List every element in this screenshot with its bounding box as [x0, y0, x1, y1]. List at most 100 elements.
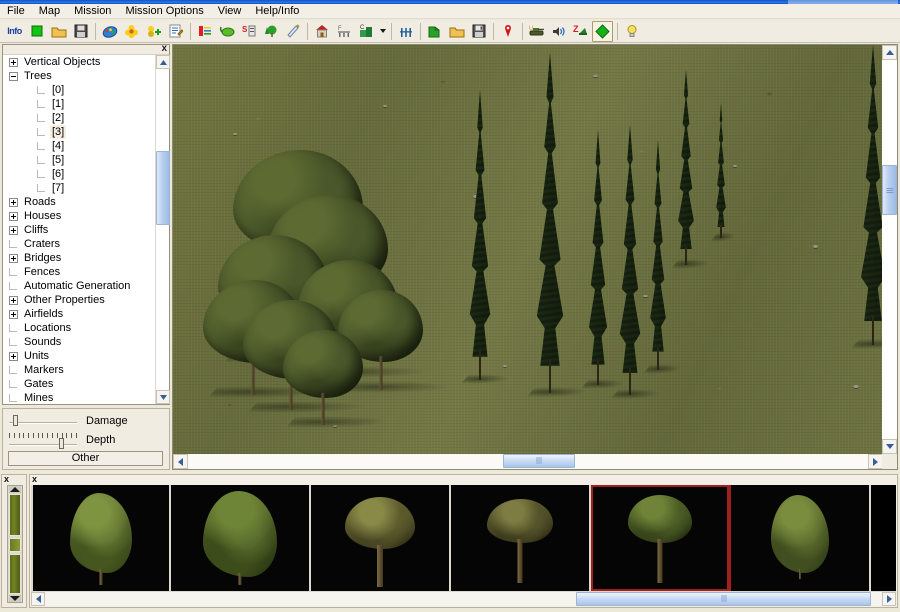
- thumbnail-scroll-thumb[interactable]: [576, 592, 871, 606]
- scroll-down-button[interactable]: [156, 390, 170, 404]
- tree-node-roads[interactable]: Roads: [3, 195, 155, 209]
- edit-properties-button[interactable]: [165, 21, 186, 42]
- tree-node-5[interactable]: [5]: [3, 153, 155, 167]
- height-preview-bar[interactable]: [7, 485, 23, 603]
- thumb-poplar[interactable]: [731, 485, 871, 591]
- tree-node-7[interactable]: [7]: [3, 181, 155, 195]
- house-button[interactable]: [311, 21, 332, 42]
- expand-icon[interactable]: [9, 57, 18, 67]
- thumb-elm[interactable]: [591, 485, 731, 591]
- height-up-arrow-icon[interactable]: [9, 486, 21, 493]
- map-scroll-down-button[interactable]: [882, 439, 897, 454]
- tree-node-bridges[interactable]: Bridges: [3, 251, 155, 265]
- thumb-maple[interactable]: [451, 485, 591, 591]
- front-line-button[interactable]: [194, 21, 215, 42]
- expand-icon[interactable]: [9, 309, 18, 319]
- dropdown-button[interactable]: [377, 21, 388, 42]
- stop-button[interactable]: [26, 21, 47, 42]
- tree-vertical-scrollbar[interactable]: [155, 55, 170, 404]
- tree-node-craters[interactable]: Craters: [3, 237, 155, 251]
- tree-node-markers[interactable]: Markers: [3, 363, 155, 377]
- tree-scroll-thumb[interactable]: [156, 151, 170, 225]
- close-icon[interactable]: x: [4, 475, 9, 484]
- tree-node-other-properties[interactable]: Other Properties: [3, 293, 155, 307]
- tree-node-0[interactable]: [0]: [3, 83, 155, 97]
- map-scroll-right-button[interactable]: [868, 454, 883, 469]
- expand-icon[interactable]: [9, 197, 18, 207]
- map-scroll-left-button[interactable]: [173, 454, 188, 469]
- thumb-oak[interactable]: [311, 485, 451, 591]
- object-tree-list[interactable]: Vertical Objects Trees [0] [1] [2] [3] [4] [5] […: [3, 55, 155, 404]
- expand-icon[interactable]: [9, 253, 18, 263]
- add-object-button[interactable]: [143, 21, 164, 42]
- bridge-button[interactable]: F: [333, 21, 354, 42]
- menu-item-view[interactable]: View: [211, 4, 249, 19]
- damage-slider-thumb[interactable]: [12, 415, 18, 426]
- thumb-spruce[interactable]: [171, 485, 311, 591]
- tree-node-trees[interactable]: Trees: [3, 69, 155, 83]
- thumb-birch[interactable]: [31, 485, 171, 591]
- map-vertical-scrollbar[interactable]: [882, 45, 897, 454]
- map-horizontal-scrollbar[interactable]: [173, 454, 883, 469]
- tree-node-1[interactable]: [1]: [3, 97, 155, 111]
- new-mission-button[interactable]: [424, 21, 445, 42]
- thumbnail-horizontal-scrollbar[interactable]: [31, 591, 896, 606]
- menu-item-help-info[interactable]: Help/Info: [248, 4, 306, 19]
- collapse-icon[interactable]: [9, 71, 18, 81]
- menu-item-map[interactable]: Map: [32, 4, 67, 19]
- map-scroll-up-button[interactable]: [882, 45, 897, 60]
- tree-node-cliffs[interactable]: Cliffs: [3, 223, 155, 237]
- tree-node-gates[interactable]: Gates: [3, 377, 155, 391]
- tree-node-houses[interactable]: Houses: [3, 209, 155, 223]
- expand-icon[interactable]: [9, 295, 18, 305]
- expand-icon[interactable]: [9, 211, 18, 221]
- objects-button[interactable]: [121, 21, 142, 42]
- tank-button[interactable]: U: [526, 21, 547, 42]
- object-thumbnail-strip[interactable]: [31, 485, 896, 591]
- info-button[interactable]: Info: [4, 21, 25, 42]
- menu-item-mission-options[interactable]: Mission Options: [118, 4, 210, 19]
- tree-node-sounds[interactable]: Sounds: [3, 335, 155, 349]
- depth-slider-thumb[interactable]: [58, 438, 64, 449]
- tree-node-2[interactable]: [2]: [3, 111, 155, 125]
- tree-node-3[interactable]: [3]: [3, 125, 155, 139]
- ruler-button[interactable]: [282, 21, 303, 42]
- depth-slider[interactable]: [9, 433, 77, 449]
- hint-button[interactable]: [621, 21, 642, 42]
- water-button[interactable]: [216, 21, 237, 42]
- zoom-button[interactable]: Z: [570, 21, 591, 42]
- tree-node-automatic-generation[interactable]: Automatic Generation: [3, 279, 155, 293]
- map-viewport[interactable]: [172, 44, 898, 470]
- tree-node-units[interactable]: Units: [3, 349, 155, 363]
- damage-slider[interactable]: [9, 414, 77, 428]
- open-mission-button[interactable]: [446, 21, 467, 42]
- save-mission-button[interactable]: [468, 21, 489, 42]
- tree-node-mines[interactable]: Mines: [3, 391, 155, 404]
- tree-tool-button[interactable]: [260, 21, 281, 42]
- tree-node-airfields[interactable]: Airfields: [3, 307, 155, 321]
- tree-node-4[interactable]: [4]: [3, 139, 155, 153]
- paint-button[interactable]: [99, 21, 120, 42]
- tree-node-6[interactable]: [6]: [3, 167, 155, 181]
- other-button[interactable]: Other: [8, 451, 163, 466]
- expand-icon[interactable]: [9, 225, 18, 235]
- thumb-scroll-right-button[interactable]: [882, 592, 896, 606]
- map-horizontal-scroll-thumb[interactable]: [503, 454, 575, 468]
- static-object-button[interactable]: S: [238, 21, 259, 42]
- height-down-arrow-icon[interactable]: [9, 595, 21, 602]
- tree-node-locations[interactable]: Locations: [3, 321, 155, 335]
- tree-node-vertical-objects[interactable]: Vertical Objects: [3, 55, 155, 69]
- sound-button[interactable]: [548, 21, 569, 42]
- close-icon[interactable]: x: [32, 475, 37, 484]
- scroll-up-button[interactable]: [156, 55, 170, 69]
- open-folder-button[interactable]: [48, 21, 69, 42]
- save-button[interactable]: [70, 21, 91, 42]
- expand-icon[interactable]: [9, 351, 18, 361]
- map-vertical-scroll-thumb[interactable]: [882, 165, 897, 215]
- tree-node-fences[interactable]: Fences: [3, 265, 155, 279]
- menu-item-file[interactable]: File: [0, 4, 32, 19]
- map-canvas[interactable]: [173, 45, 883, 454]
- thumb-scroll-left-button[interactable]: [31, 592, 45, 606]
- cliff-button[interactable]: C: [355, 21, 376, 42]
- marker-button[interactable]: [497, 21, 518, 42]
